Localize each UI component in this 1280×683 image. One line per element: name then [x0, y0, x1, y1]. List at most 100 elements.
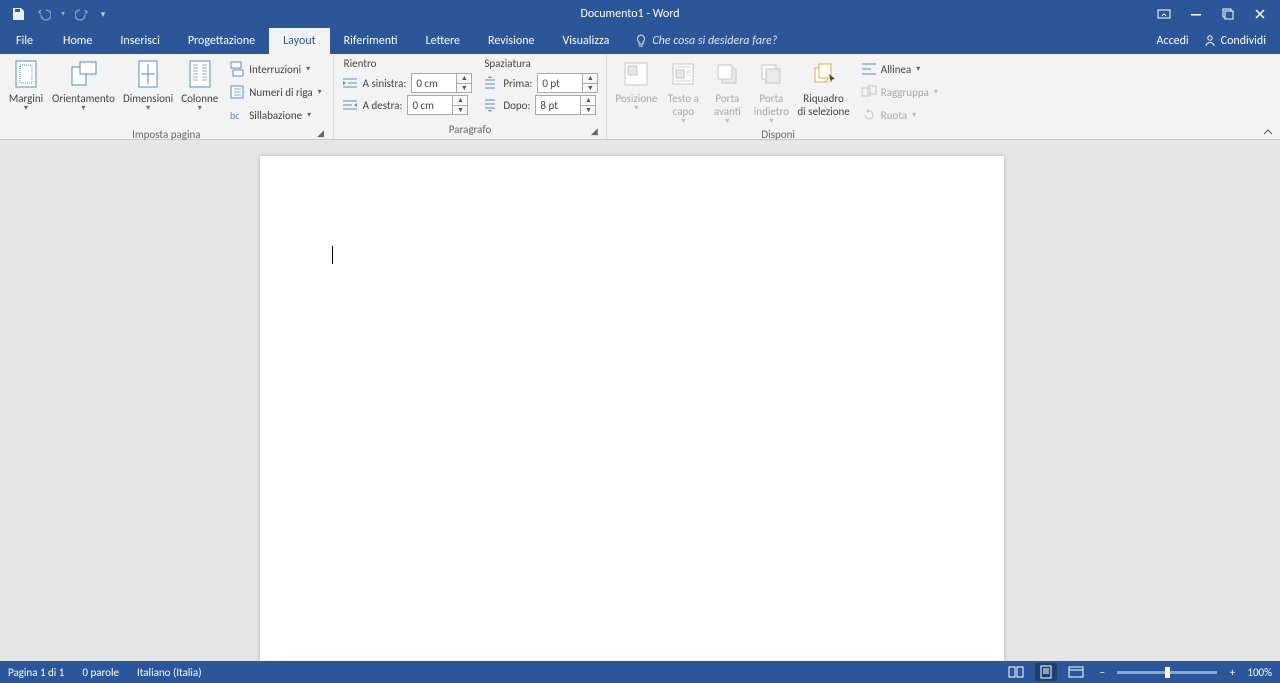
tab-visualizza[interactable]: Visualizza: [548, 28, 623, 54]
collapse-ribbon-button[interactable]: [1262, 127, 1274, 137]
indent-left-label: A sinistra:: [363, 77, 407, 90]
spacing-header: Spaziatura: [482, 56, 598, 72]
group-label-paragraph: Paragrafo: [449, 123, 492, 136]
undo-icon: [37, 7, 51, 21]
tab-lettere[interactable]: Lettere: [412, 28, 474, 54]
print-layout-button[interactable]: [1035, 663, 1057, 681]
spacing-after-input[interactable]: [536, 96, 580, 114]
spacing-after-icon: [483, 98, 497, 112]
rotate-button: Ruota▾: [858, 105, 941, 125]
undo-button[interactable]: [32, 2, 56, 26]
share-label: Condividi: [1221, 34, 1266, 48]
share-button[interactable]: Condividi: [1203, 34, 1266, 48]
group-paragraph: Rientro A sinistra: ▲▼ A destra: ▲▼: [334, 54, 608, 139]
chevron-up-icon: [1262, 127, 1274, 137]
close-button[interactable]: [1246, 2, 1274, 26]
title-bar: ▾ ▾ Documento1 - Word: [0, 0, 1280, 28]
lightbulb-icon: [635, 34, 647, 48]
tab-layout[interactable]: Layout: [269, 28, 330, 54]
chevron-down-icon: ▾: [24, 103, 28, 113]
spin-down[interactable]: ▼: [457, 83, 471, 92]
status-bar: Pagina 1 di 1 0 parole Italiano (Italia)…: [0, 661, 1280, 683]
page-count[interactable]: Pagina 1 di 1: [8, 666, 64, 679]
spacing-before-spinner[interactable]: ▲▼: [537, 73, 598, 93]
breaks-icon: [229, 61, 245, 77]
tell-me-placeholder: Che cosa si desidera fare?: [652, 34, 777, 48]
margins-button[interactable]: Margini ▾: [4, 56, 48, 115]
indent-left-spinner[interactable]: ▲▼: [411, 73, 472, 93]
page-setup-launcher[interactable]: ◢: [315, 128, 327, 140]
ribbon-options-button[interactable]: [1150, 2, 1178, 26]
read-mode-icon: [1008, 666, 1024, 678]
selection-pane-icon: [810, 60, 838, 88]
sign-in-link[interactable]: Accedi: [1157, 34, 1189, 48]
align-icon: [861, 62, 877, 76]
indent-right-spinner[interactable]: ▲▼: [407, 95, 468, 115]
indent-left-input[interactable]: [412, 74, 456, 92]
zoom-out-button[interactable]: −: [1095, 666, 1109, 679]
zoom-thumb[interactable]: [1165, 667, 1170, 678]
page-size-icon: [135, 59, 161, 89]
indent-right-input[interactable]: [408, 96, 452, 114]
spin-up[interactable]: ▲: [457, 74, 471, 83]
breaks-button[interactable]: Interruzioni▾: [226, 59, 324, 79]
undo-dropdown[interactable]: ▾: [58, 2, 68, 26]
word-count[interactable]: 0 parole: [82, 666, 119, 679]
tab-riferimenti[interactable]: Riferimenti: [330, 28, 412, 54]
tab-inserisci[interactable]: Inserisci: [106, 28, 173, 54]
tab-progettazione[interactable]: Progettazione: [174, 28, 269, 54]
spin-up[interactable]: ▲: [581, 96, 595, 105]
page[interactable]: [260, 156, 1004, 661]
chevron-down-icon: ▾: [725, 116, 729, 126]
spacing-after-spinner[interactable]: ▲▼: [535, 95, 596, 115]
selection-pane-button[interactable]: Riquadro di selezione: [793, 56, 853, 120]
tell-me-search[interactable]: Che cosa si desidera fare?: [623, 28, 789, 54]
spin-down[interactable]: ▼: [583, 83, 597, 92]
tab-home[interactable]: Home: [49, 28, 106, 54]
save-button[interactable]: [6, 2, 30, 26]
position-button: Posizione ▾: [611, 56, 661, 115]
zoom-in-button[interactable]: +: [1225, 666, 1239, 679]
read-mode-button[interactable]: [1005, 663, 1027, 681]
tab-revisione[interactable]: Revisione: [474, 28, 548, 54]
window-title: Documento1 - Word: [110, 7, 1150, 21]
columns-button[interactable]: Colonne ▾: [177, 56, 222, 115]
web-layout-button[interactable]: [1065, 663, 1087, 681]
spin-down[interactable]: ▼: [581, 105, 595, 114]
spacing-before-input[interactable]: [538, 74, 582, 92]
size-button[interactable]: Dimensioni ▾: [119, 56, 177, 115]
chevron-down-icon: ▾: [681, 116, 685, 126]
chevron-down-icon: ▾: [634, 103, 638, 113]
zoom-level[interactable]: 100%: [1247, 666, 1272, 679]
margins-icon: [12, 59, 40, 89]
send-backward-icon: [757, 60, 785, 88]
hyphenation-button[interactable]: bc Sillabazione▾: [226, 105, 324, 125]
hyphenation-icon: bc: [229, 107, 245, 123]
line-numbers-icon: [229, 84, 245, 100]
document-area[interactable]: [0, 140, 1280, 661]
tab-file[interactable]: File: [0, 28, 49, 54]
text-cursor: [332, 246, 333, 264]
minimize-button[interactable]: [1182, 2, 1210, 26]
group-icon: [861, 85, 877, 99]
indent-left-icon: [342, 76, 358, 90]
group-arrange: Posizione ▾ Testo a capo ▾ Porta avanti …: [607, 54, 949, 139]
maximize-button[interactable]: [1214, 2, 1242, 26]
chevron-down-icon: ▾: [81, 103, 85, 113]
line-numbers-button[interactable]: Numeri di riga▾: [226, 82, 324, 102]
print-layout-icon: [1039, 665, 1053, 679]
wrap-text-icon: [669, 60, 697, 88]
orientation-button[interactable]: Orientamento ▾: [48, 56, 119, 115]
spin-down[interactable]: ▼: [453, 105, 467, 114]
spin-up[interactable]: ▲: [453, 96, 467, 105]
indent-right-label: A destra:: [363, 99, 403, 112]
group-button: Raggruppa▾: [858, 82, 941, 102]
qat-customize[interactable]: ▾: [96, 2, 110, 26]
spin-up[interactable]: ▲: [583, 74, 597, 83]
svg-text:bc: bc: [230, 109, 240, 122]
redo-button[interactable]: [70, 2, 94, 26]
language-status[interactable]: Italiano (Italia): [137, 666, 202, 679]
align-button[interactable]: Allinea▾: [858, 59, 941, 79]
zoom-slider[interactable]: [1117, 671, 1217, 674]
paragraph-launcher[interactable]: ◢: [588, 126, 600, 138]
